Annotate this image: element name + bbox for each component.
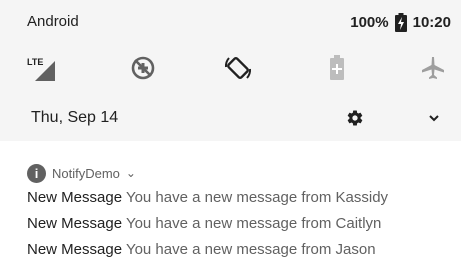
message-text: You have a new message from Caitlyn xyxy=(125,215,382,232)
auto-rotate-icon[interactable] xyxy=(223,48,253,88)
airplane-mode-icon[interactable] xyxy=(418,48,448,88)
clock-time: 10:20 xyxy=(412,14,451,31)
message-text: You have a new message from Jason xyxy=(125,241,376,258)
shade-footer-row: Thu, Sep 14 xyxy=(0,98,461,138)
lte-signal-icon[interactable]: LTE xyxy=(27,48,57,88)
list-item[interactable]: New Message You have a new message from … xyxy=(27,214,388,240)
lte-label: LTE xyxy=(27,57,43,67)
app-name: NotifyDemo xyxy=(52,165,120,181)
status-right-group: 100% 10:20 xyxy=(350,13,451,32)
date-label: Thu, Sep 14 xyxy=(31,109,119,126)
chevron-down-icon[interactable] xyxy=(423,107,445,129)
notification-header[interactable]: i NotifyDemo ⌄ xyxy=(27,163,136,183)
message-list: New Message You have a new message from … xyxy=(27,188,388,266)
message-title: New Message xyxy=(27,215,123,232)
carrier-name: Android xyxy=(27,13,79,30)
notification-card[interactable]: i NotifyDemo ⌄ New Message You have a ne… xyxy=(0,141,461,261)
list-item[interactable]: New Message You have a new message from … xyxy=(27,240,388,266)
quick-settings-row: LTE xyxy=(0,48,461,88)
gear-icon[interactable] xyxy=(344,107,366,129)
expand-chevron-icon[interactable]: ⌄ xyxy=(126,166,136,180)
status-bar: Android 100% 10:20 xyxy=(0,0,461,46)
message-text: You have a new message from Kassidy xyxy=(125,189,389,206)
battery-percent: 100% xyxy=(350,14,389,31)
message-title: New Message xyxy=(27,189,123,206)
battery-saver-icon[interactable] xyxy=(322,48,352,88)
info-icon: i xyxy=(27,163,46,183)
message-title: New Message xyxy=(27,241,123,258)
battery-charging-icon xyxy=(394,13,407,32)
data-saver-icon[interactable] xyxy=(128,48,158,88)
list-item[interactable]: New Message You have a new message from … xyxy=(27,188,388,214)
